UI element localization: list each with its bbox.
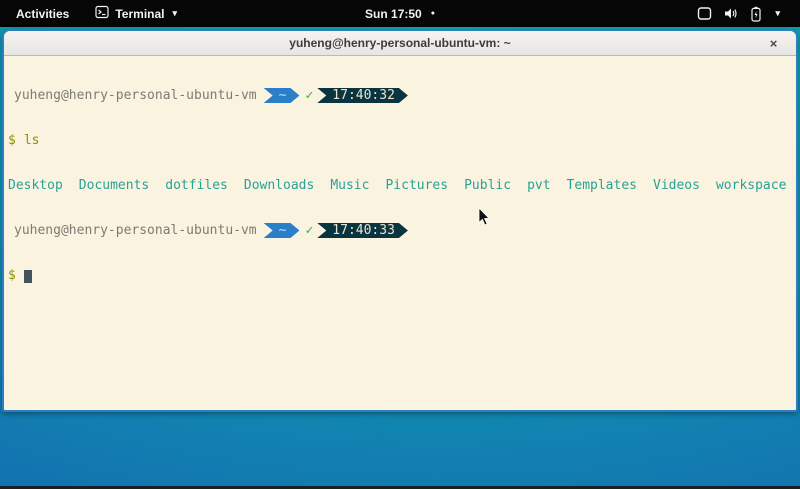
notification-dot-icon: ● [431,10,435,17]
app-menu-label: Terminal [115,7,164,21]
prompt-symbol: $ [8,268,16,283]
ls-item: Desktop [8,178,63,193]
window-title: yuheng@henry-personal-ubuntu-vm: ~ [289,36,510,50]
mouse-cursor [478,208,490,226]
prompt-symbol: $ [8,133,16,148]
activities-label: Activities [16,7,69,21]
desktop: Activities Terminal ▾ Sun 17:50 ● [0,0,800,489]
ls-item: Pictures [385,178,448,193]
ls-item: workspace [716,178,786,193]
app-menu-button[interactable]: Terminal ▾ [89,1,183,26]
prompt-line-1: yuheng@henry-personal-ubuntu-vm ~ ✓ 17:40:3… [8,88,796,103]
terminal-app-icon [95,5,109,22]
ls-item: Videos [653,178,700,193]
close-button[interactable]: × [765,35,782,52]
powerline-path-segment: ~ [264,223,300,238]
text-cursor [24,270,32,283]
prompt-host: yuheng@henry-personal-ubuntu-vm [14,223,257,238]
check-icon: ✓ [305,88,313,103]
terminal-body[interactable]: yuheng@henry-personal-ubuntu-vm ~ ✓ 17:40:3… [4,56,796,408]
command-line: $ ls [8,133,796,148]
volume-icon [723,6,739,21]
ls-item: Downloads [244,178,314,193]
top-bar: Activities Terminal ▾ Sun 17:50 ● [0,0,800,27]
command-text: ls [24,133,40,148]
powerline-path-segment: ~ [264,88,300,103]
window-titlebar[interactable]: yuheng@henry-personal-ubuntu-vm: ~ × [4,31,796,56]
ls-item: dotfiles [165,178,228,193]
clock-label: Sun 17:50 [365,7,422,21]
chevron-down-icon: ▾ [775,8,780,19]
powerline-time-segment: 17:40:33 [317,223,408,238]
ls-output-line: Desktop Documents dotfiles Downloads Music Pi… [8,178,796,193]
system-menu-button[interactable]: ▾ [691,2,786,26]
ls-item: pvt [527,178,550,193]
ls-item: Music [330,178,369,193]
ls-item: Documents [79,178,149,193]
prompt-line-2: yuheng@henry-personal-ubuntu-vm ~ ✓ 17:40:3… [8,223,796,238]
display-icon [697,6,712,21]
ls-item: Public [464,178,511,193]
clock-button[interactable]: Sun 17:50 ● [359,3,441,25]
chevron-down-icon: ▾ [172,8,177,19]
active-prompt-line: $ [8,268,796,283]
battery-charging-icon [750,6,762,22]
activities-button[interactable]: Activities [10,3,75,25]
terminal-window: yuheng@henry-personal-ubuntu-vm: ~ × yuh… [2,29,798,412]
powerline-time-segment: 17:40:32 [317,88,408,103]
ls-item: Templates [567,178,637,193]
prompt-host: yuheng@henry-personal-ubuntu-vm [14,88,257,103]
check-icon: ✓ [305,223,313,238]
